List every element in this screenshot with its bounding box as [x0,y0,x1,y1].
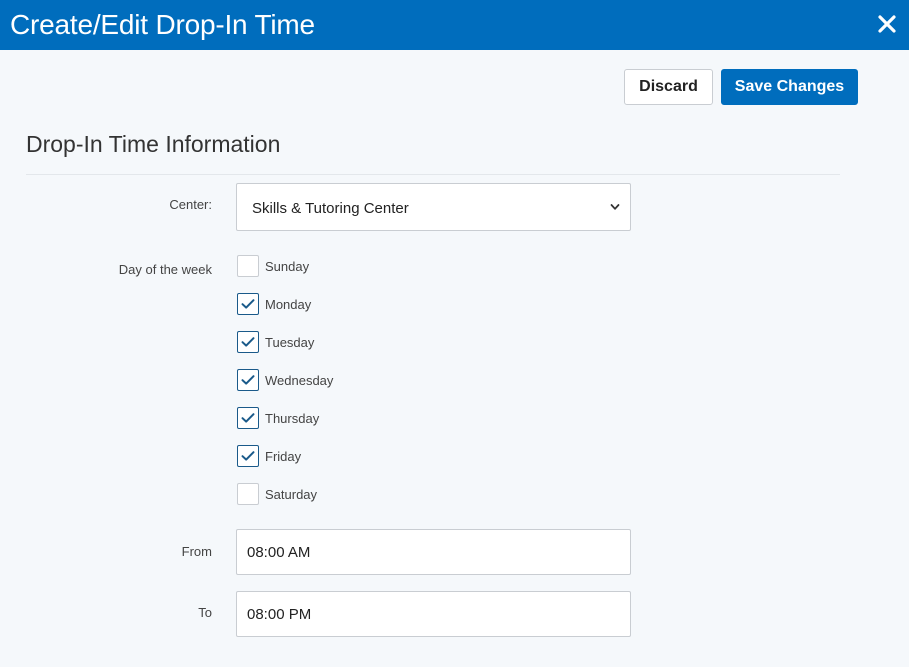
center-select-value: Skills & Tutoring Center [252,200,409,217]
checkbox-sunday[interactable] [237,255,259,277]
checkbox-monday[interactable] [237,293,259,315]
day-of-week-label: Day of the week [118,262,212,277]
chevron-down-icon [610,204,620,210]
checkbox-thursday[interactable] [237,407,259,429]
checkbox-tuesday[interactable] [237,331,259,353]
from-label: From [181,544,212,559]
checkmark-icon [241,413,255,423]
discard-button[interactable]: Discard [624,69,713,105]
checkmark-icon [241,375,255,385]
checkbox-label-friday: Friday [265,449,302,464]
section-divider [26,174,840,175]
checkbox-label-monday: Monday [265,297,312,312]
checkbox-label-tuesday: Tuesday [265,335,315,350]
checkbox-label-sunday: Sunday [265,259,310,274]
save-changes-button[interactable]: Save Changes [721,69,858,105]
checkmark-icon [241,451,255,461]
close-icon [878,15,896,33]
checkmark-icon [241,337,255,347]
modal-header: Create/Edit Drop-In Time [0,0,909,50]
center-label: Center: [169,197,212,212]
checkbox-label-thursday: Thursday [265,411,320,426]
to-label: To [198,605,212,620]
checkbox-friday[interactable] [237,445,259,467]
checkbox-label-saturday: Saturday [265,487,318,502]
center-select[interactable]: Skills & Tutoring Center [236,183,631,231]
to-time-input[interactable] [236,591,631,637]
from-time-input[interactable] [236,529,631,575]
checkmark-icon [241,299,255,309]
checkbox-wednesday[interactable] [237,369,259,391]
checkbox-saturday[interactable] [237,483,259,505]
checkbox-label-wednesday: Wednesday [265,373,334,388]
section-title: Drop-In Time Information [26,131,281,157]
close-button[interactable] [871,8,903,40]
modal-title: Create/Edit Drop-In Time [10,9,315,40]
